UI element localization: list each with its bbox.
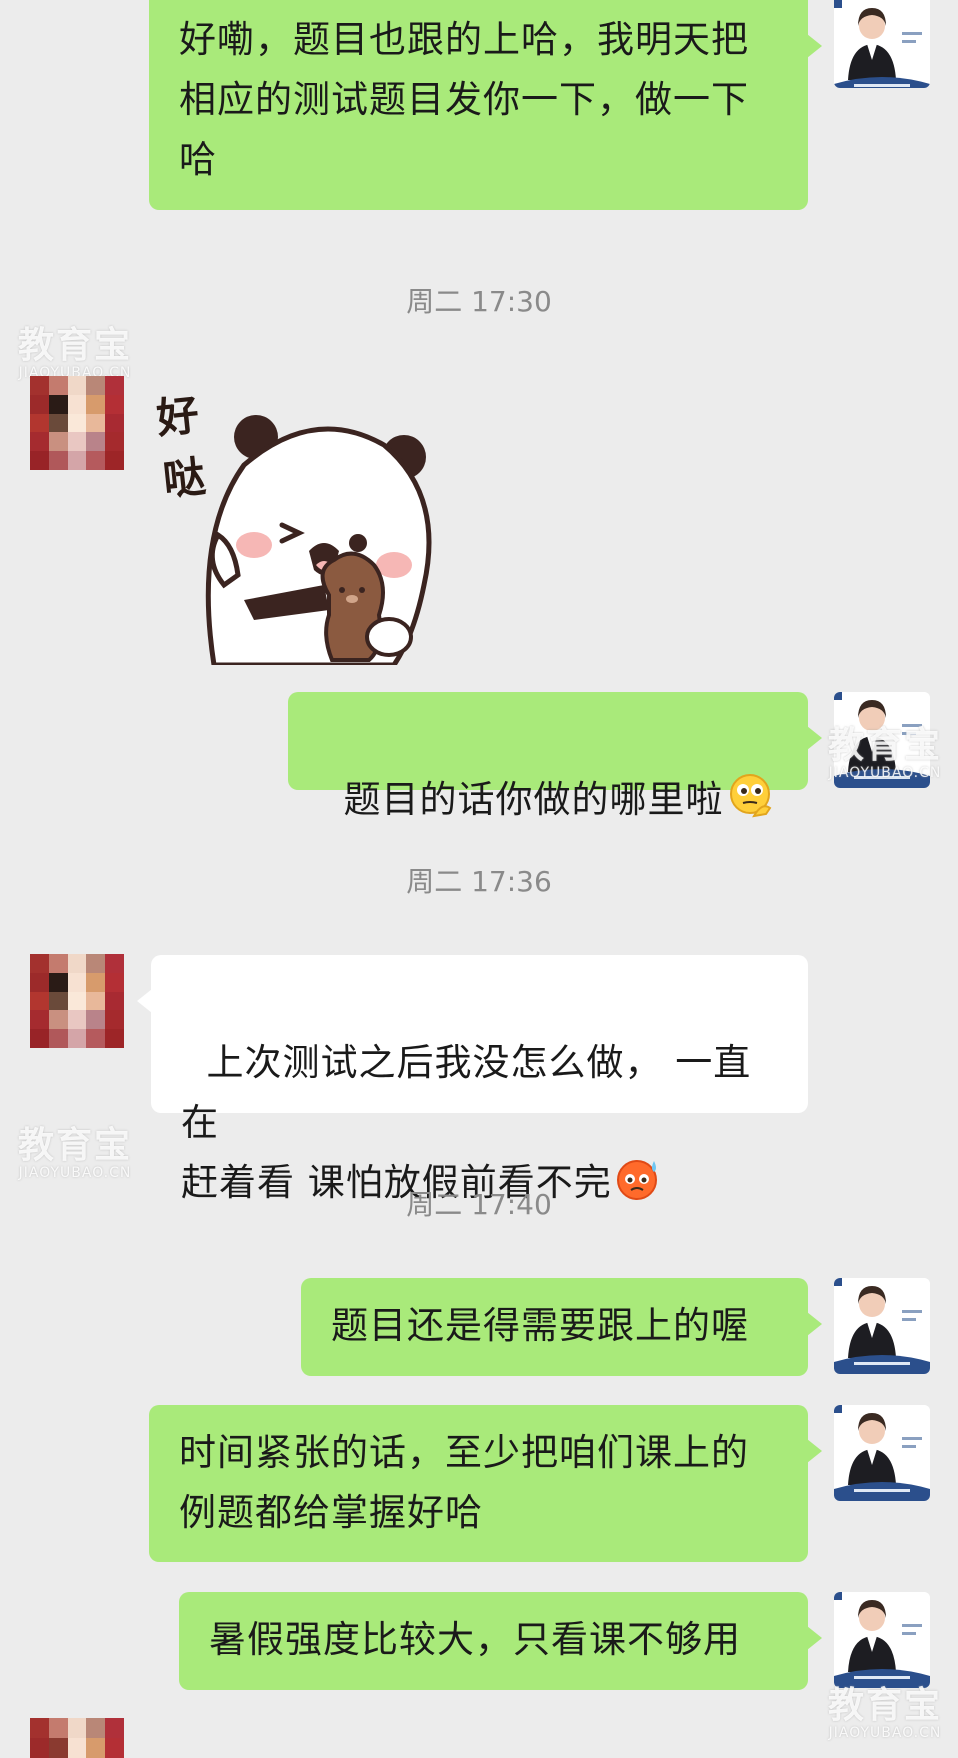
watermark: 教育宝 JIAOYUBAO.CN bbox=[18, 1125, 133, 1181]
timestamp: 周二 17:36 bbox=[406, 865, 552, 898]
my-avatar[interactable] bbox=[834, 1592, 930, 1688]
message-bubble-sent[interactable]: 好嘞，题目也跟的上哈，我明天把 相应的测试题目发你一下，做一下 哈 bbox=[149, 0, 822, 210]
watermark: 教育宝 JIAOYUBAO.CN bbox=[828, 725, 943, 781]
person-avatar-icon bbox=[834, 1278, 930, 1374]
message-bubble-sent[interactable]: 时间紧张的话，至少把咱们课上的 例题都给掌握好哈 bbox=[149, 1405, 822, 1562]
watermark: 教育宝 JIAOYUBAO.CN bbox=[18, 325, 133, 381]
message-text: 上次测试之后我没怎么做， 一直在 赶着看 课怕放假前看不完 bbox=[181, 1041, 752, 1204]
panda-icon bbox=[205, 415, 432, 665]
my-avatar[interactable] bbox=[834, 1278, 930, 1374]
my-avatar[interactable] bbox=[834, 1405, 930, 1501]
thinking-face-icon bbox=[729, 774, 771, 818]
message-bubble-sent[interactable]: 题目的话你做的哪里啦 bbox=[288, 692, 822, 821]
person-avatar-icon bbox=[834, 1592, 930, 1688]
my-avatar[interactable] bbox=[834, 0, 930, 88]
timestamp: 周二 17:40 bbox=[406, 1188, 552, 1221]
timestamp: 周二 17:30 bbox=[406, 285, 552, 318]
message-bubble-received[interactable]: 上次测试之后我没怎么做， 一直在 赶着看 课怕放假前看不完 bbox=[137, 955, 808, 1204]
contact-avatar[interactable] bbox=[30, 954, 124, 1048]
watermark: 教育宝 JIAOYUBAO.CN bbox=[828, 1685, 943, 1741]
person-avatar-icon bbox=[834, 1405, 930, 1501]
panda-sticker[interactable]: 好 哒 bbox=[154, 385, 444, 665]
contact-avatar[interactable] bbox=[30, 1718, 124, 1758]
message-bubble-sent[interactable]: 暑假强度比较大，只看课不够用 bbox=[179, 1592, 822, 1690]
message-text: 题目的话你做的哪里啦 bbox=[343, 778, 724, 821]
person-avatar-icon bbox=[834, 0, 930, 88]
message-bubble-sent[interactable]: 题目还是得需要跟上的喔 bbox=[301, 1278, 822, 1376]
contact-avatar[interactable] bbox=[30, 376, 124, 470]
